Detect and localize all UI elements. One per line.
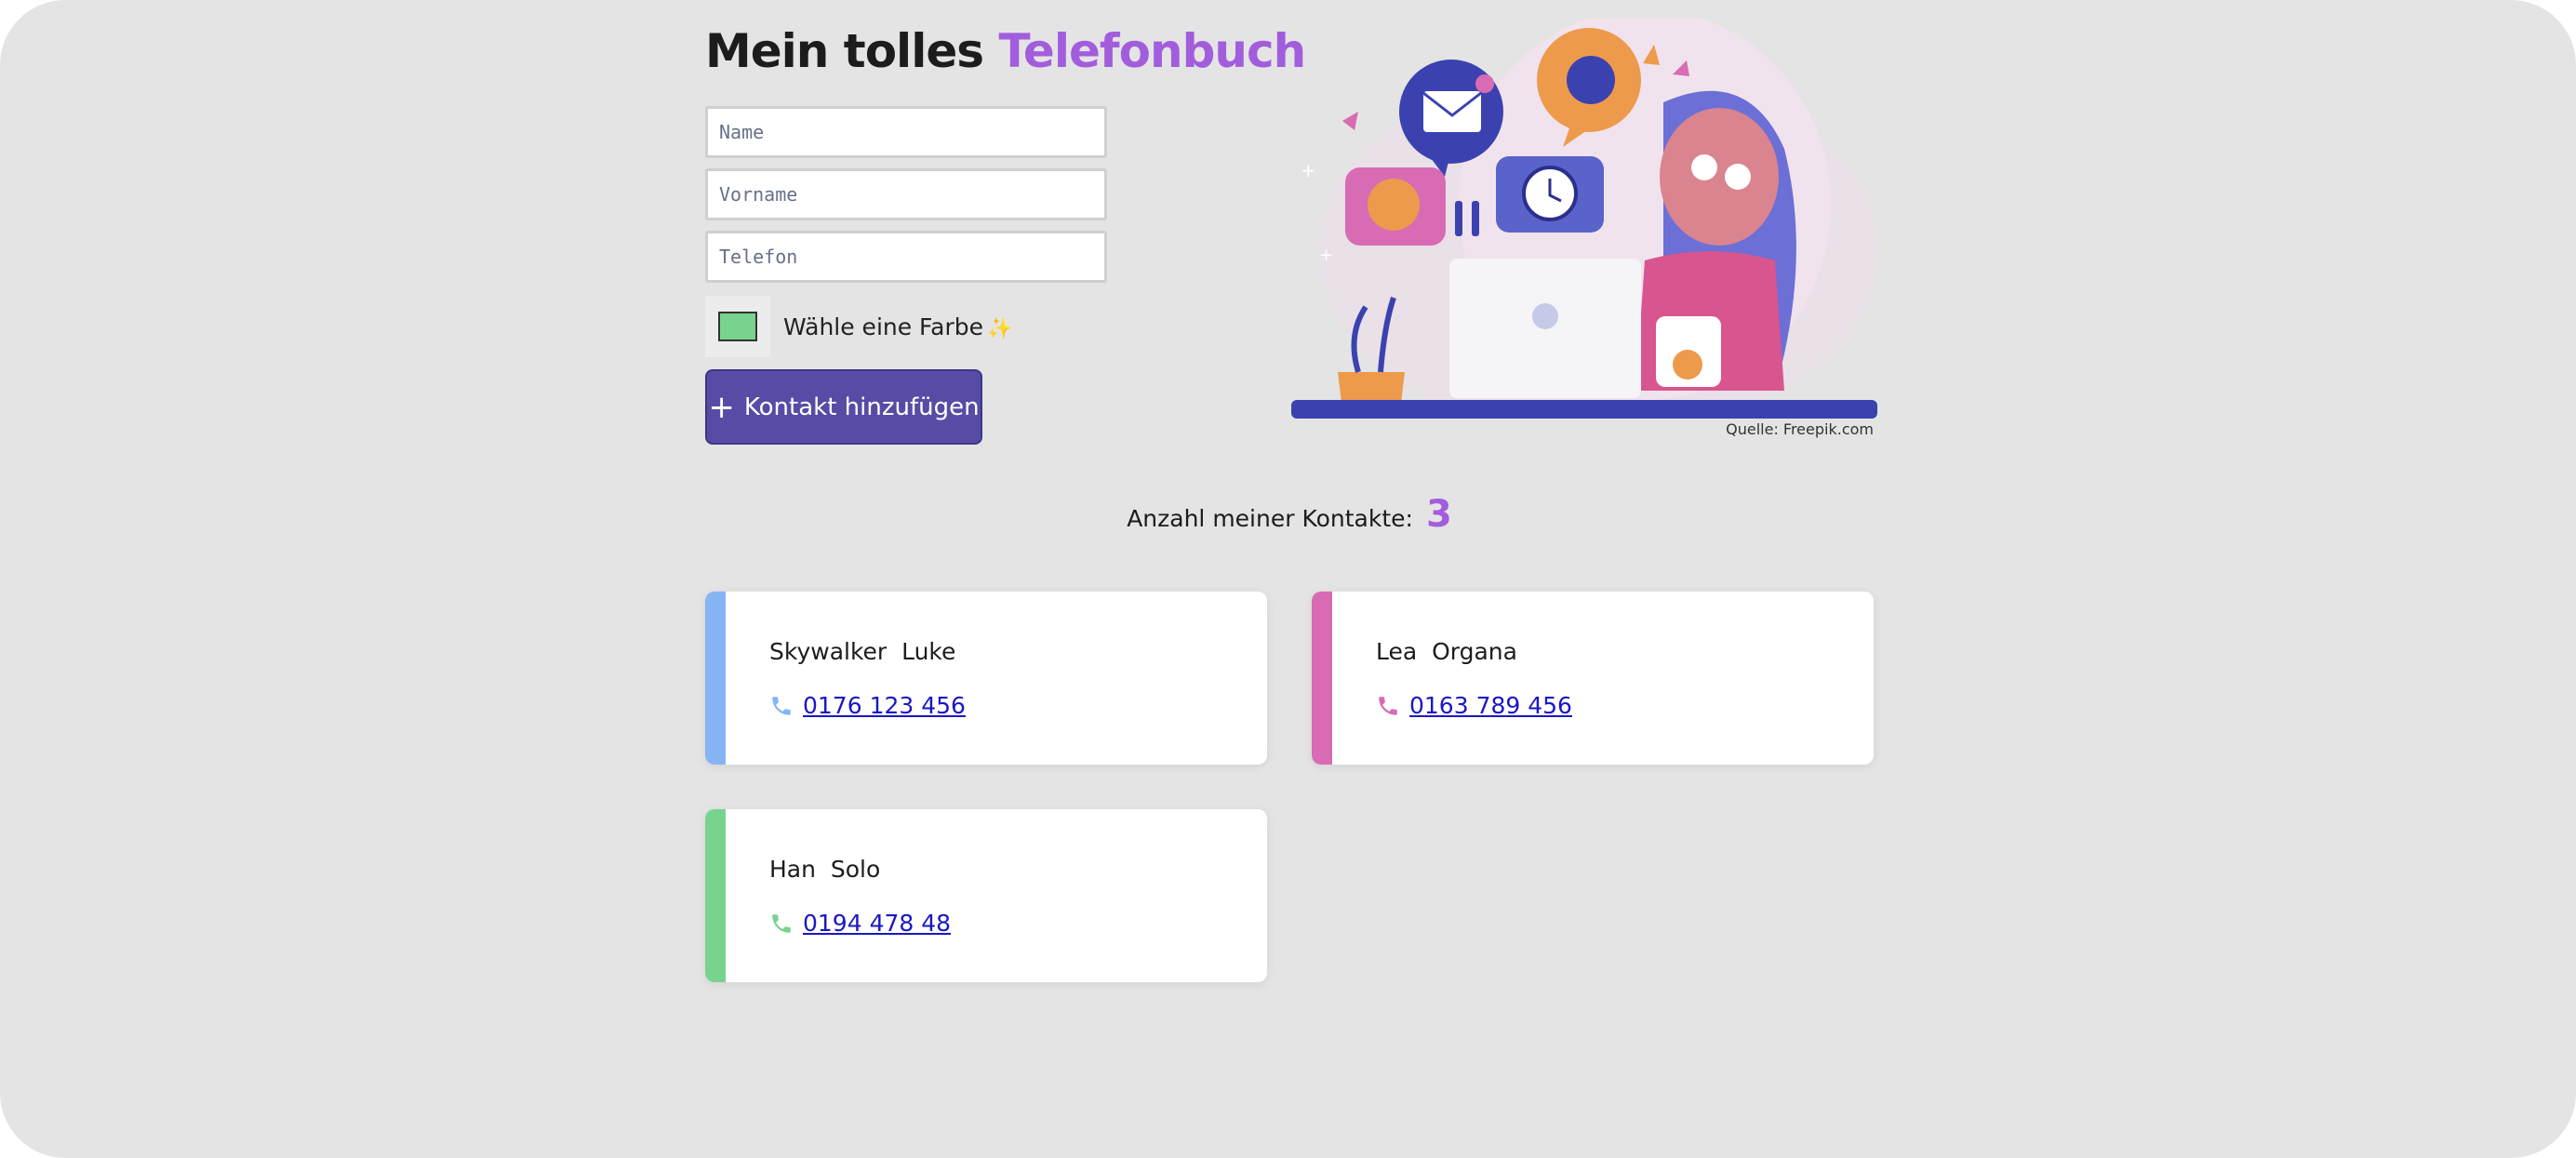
color-swatch[interactable] [718,312,757,341]
contact-phone-link[interactable]: 0176 123 456 [803,692,966,719]
page-title: Mein tolles Telefonbuch [705,24,1306,78]
color-picker[interactable] [705,296,770,357]
phonebook-illustration: + + [1291,19,1877,419]
title-accent: Telefonbuch [998,24,1306,78]
name-field[interactable] [705,106,1107,158]
svg-text:+: + [1319,246,1333,265]
contact-name: Han Solo [769,856,881,883]
contact-phone-row: 0194 478 48 [769,910,951,937]
contact-count-label: Anzahl meiner Kontakte: [1127,505,1413,532]
contact-color-bar [705,592,726,765]
contact-phone-link[interactable]: 0163 789 456 [1409,692,1572,719]
contact-card: Lea Organa 0163 789 456 [1312,592,1874,765]
plus-icon: + [708,388,735,426]
color-label-text: Wähle eine Farbe [783,313,983,340]
vorname-field[interactable] [705,168,1107,220]
contact-phone-row: 0163 789 456 [1376,692,1572,719]
phone-icon [1379,696,1397,715]
contact-card: Han Solo 0194 478 48 [705,809,1267,982]
svg-text:+: + [1301,159,1316,181]
color-picker-row: Wähle eine Farbe ✨ [705,296,1012,357]
color-label: Wähle eine Farbe ✨ [783,313,1012,340]
sparkles-icon: ✨ [987,316,1013,340]
telefon-field[interactable] [705,231,1107,283]
contact-phone-row: 0176 123 456 [769,692,966,719]
contact-name: Lea Organa [1376,638,1517,665]
add-contact-button[interactable]: + Kontakt hinzufügen [705,369,982,445]
contact-phone-link[interactable]: 0194 478 48 [803,910,951,937]
contact-color-bar [1312,592,1332,765]
contact-color-bar [705,809,726,982]
add-contact-label: Kontakt hinzufügen [743,393,980,421]
phone-icon [772,913,791,933]
title-main: Mein tolles [705,24,984,78]
contact-count: Anzahl meiner Kontakte: 3 [705,493,1874,536]
phone-icon [772,696,791,715]
app-window: Mein tolles Telefonbuch Wähle eine Farbe… [0,0,2576,1158]
contact-name: Skywalker Luke [769,638,956,665]
contact-card: Skywalker Luke 0176 123 456 [705,592,1267,765]
image-credit: Quelle: Freepik.com [1726,420,1874,438]
contact-count-value: 3 [1425,493,1452,536]
